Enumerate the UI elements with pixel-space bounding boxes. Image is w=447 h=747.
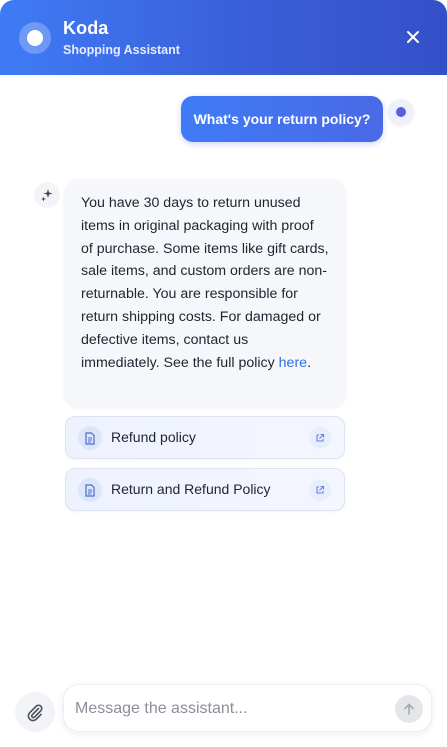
- bot-message-bubble: You have 30 days to return unused items …: [64, 179, 346, 407]
- assistant-avatar-dot: [27, 30, 43, 46]
- sparkle-icon: [41, 189, 53, 202]
- user-message-bubble: What's your return policy?: [181, 96, 383, 142]
- attach-button[interactable]: [15, 692, 55, 732]
- send-button[interactable]: [395, 695, 423, 723]
- external-link-icon[interactable]: [309, 427, 331, 449]
- document-icon: [78, 478, 102, 502]
- source-card-label: Return and Refund Policy: [111, 481, 271, 497]
- bot-message-text: You have 30 days to return unused items …: [81, 192, 329, 374]
- source-card-label: Refund policy: [111, 429, 196, 445]
- user-message-text: What's your return policy?: [193, 111, 371, 127]
- source-card-return-refund-policy[interactable]: Return and Refund Policy: [65, 468, 345, 511]
- policy-link[interactable]: here: [279, 355, 307, 371]
- close-button[interactable]: [401, 25, 425, 49]
- chat-header: Koda Shopping Assistant: [0, 0, 447, 75]
- bot-avatar: [34, 182, 60, 208]
- assistant-subtitle: Shopping Assistant: [63, 43, 180, 57]
- close-icon: [407, 31, 419, 43]
- assistant-avatar: [19, 22, 51, 54]
- arrow-up-icon: [404, 703, 414, 715]
- user-avatar: [388, 99, 414, 125]
- message-input[interactable]: [75, 697, 385, 721]
- document-icon: [78, 426, 102, 450]
- external-link-icon[interactable]: [309, 479, 331, 501]
- paperclip-icon: [27, 704, 43, 722]
- source-card-refund-policy[interactable]: Refund policy: [65, 416, 345, 459]
- assistant-name: Koda: [63, 18, 109, 38]
- chat-panel: Koda Shopping Assistant What's your retu…: [0, 0, 447, 747]
- bot-message-body: You have 30 days to return unused items …: [81, 195, 329, 371]
- message-composer: [63, 684, 432, 732]
- bot-message-end: .: [307, 354, 312, 371]
- user-avatar-dot: [396, 107, 406, 117]
